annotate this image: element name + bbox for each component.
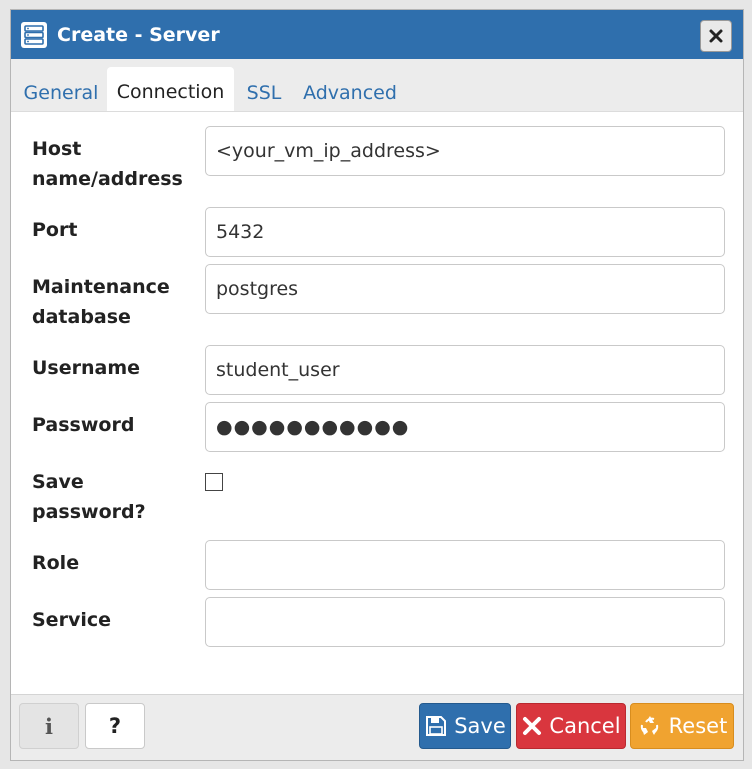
info-icon: i bbox=[45, 713, 53, 739]
x-icon bbox=[523, 717, 542, 735]
service-input[interactable] bbox=[205, 597, 725, 647]
cancel-button-label: Cancel bbox=[549, 714, 621, 738]
username-input[interactable] bbox=[205, 345, 725, 395]
host-label-line2: name/address bbox=[32, 168, 183, 190]
help-button[interactable]: ? bbox=[85, 703, 145, 749]
maintenance-db-label-line2: database bbox=[32, 306, 131, 328]
tab-general[interactable]: General bbox=[15, 67, 107, 111]
dialog-footer: i ? Save Cancel Reset bbox=[11, 694, 743, 760]
service-label: Service bbox=[32, 609, 111, 631]
reset-button-label: Reset bbox=[668, 714, 728, 738]
info-button[interactable]: i bbox=[19, 703, 79, 749]
save-password-checkbox[interactable] bbox=[205, 473, 223, 491]
port-label: Port bbox=[32, 219, 78, 241]
tab-bar: General Connection SSL Advanced bbox=[11, 59, 743, 112]
role-input[interactable] bbox=[205, 540, 725, 590]
cancel-button[interactable]: Cancel bbox=[516, 703, 626, 749]
role-label: Role bbox=[32, 552, 80, 574]
close-button[interactable] bbox=[700, 20, 732, 52]
recycle-icon bbox=[640, 716, 658, 735]
save-button-label: Save bbox=[454, 714, 506, 738]
help-icon: ? bbox=[108, 714, 122, 738]
floppy-disk-icon bbox=[426, 716, 447, 736]
tab-ssl[interactable]: SSL bbox=[240, 67, 288, 111]
host-label-line1: Host bbox=[32, 138, 82, 160]
create-server-dialog: Create - Server General Connection SSL A… bbox=[10, 9, 744, 761]
save-password-label: Save password? bbox=[32, 467, 202, 527]
password-input[interactable] bbox=[205, 402, 725, 452]
server-icon bbox=[21, 22, 47, 48]
maintenance-db-label-line1: Maintenance bbox=[32, 276, 170, 298]
tab-connection[interactable]: Connection bbox=[107, 67, 234, 111]
save-password-label-line2: password? bbox=[32, 501, 146, 523]
dialog-titlebar[interactable]: Create - Server bbox=[11, 10, 743, 59]
save-password-label-line1: Save bbox=[32, 471, 84, 493]
username-label: Username bbox=[32, 357, 141, 379]
save-button[interactable]: Save bbox=[419, 703, 511, 749]
maintenance-db-label: Maintenance database bbox=[32, 272, 202, 332]
password-label: Password bbox=[32, 414, 135, 436]
host-input[interactable] bbox=[205, 126, 725, 176]
reset-button[interactable]: Reset bbox=[630, 703, 734, 749]
host-label: Host name/address bbox=[32, 134, 202, 194]
tab-advanced[interactable]: Advanced bbox=[300, 67, 400, 111]
dialog-title: Create - Server bbox=[57, 24, 220, 46]
port-input[interactable] bbox=[205, 207, 725, 257]
close-icon bbox=[709, 29, 723, 43]
maintenance-db-input[interactable] bbox=[205, 264, 725, 314]
